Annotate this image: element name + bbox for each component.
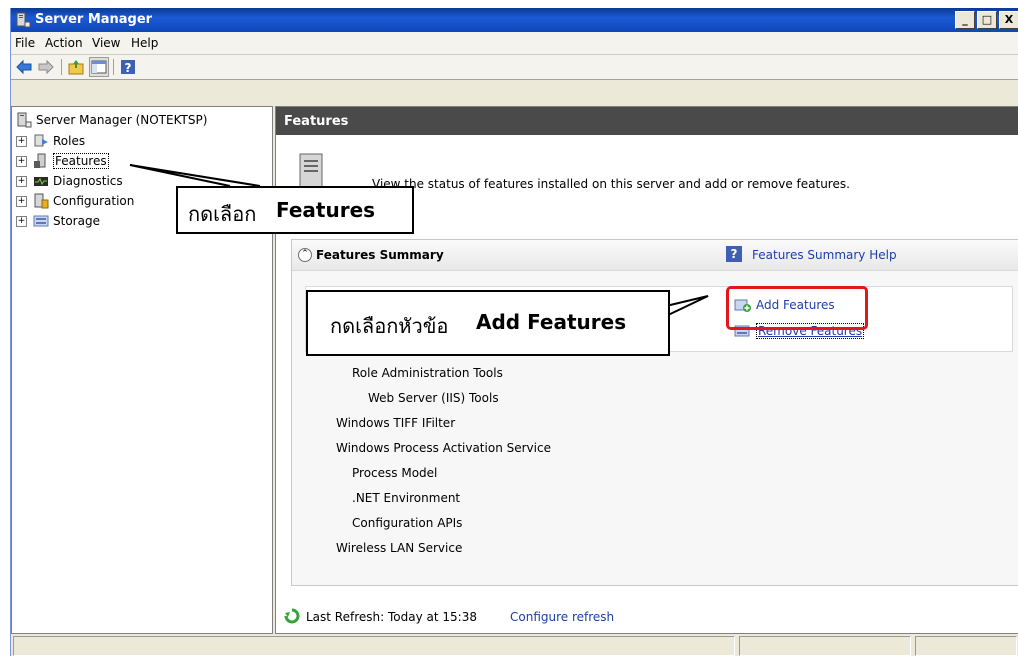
callout-two-pointer [665, 295, 709, 317]
callout-one-pointer [129, 164, 261, 187]
callout-one-thai: กดเลือก [188, 202, 257, 226]
callout-two-thai: กดเลือกหัวข้อ [330, 314, 449, 338]
callout-add-features: กดเลือกหัวข้อ Add Features [306, 290, 670, 356]
callout-select-features: กดเลือก Features [176, 186, 414, 234]
callout-two-bold: Add Features [476, 310, 627, 334]
callout-one-bold: Features [276, 198, 376, 222]
